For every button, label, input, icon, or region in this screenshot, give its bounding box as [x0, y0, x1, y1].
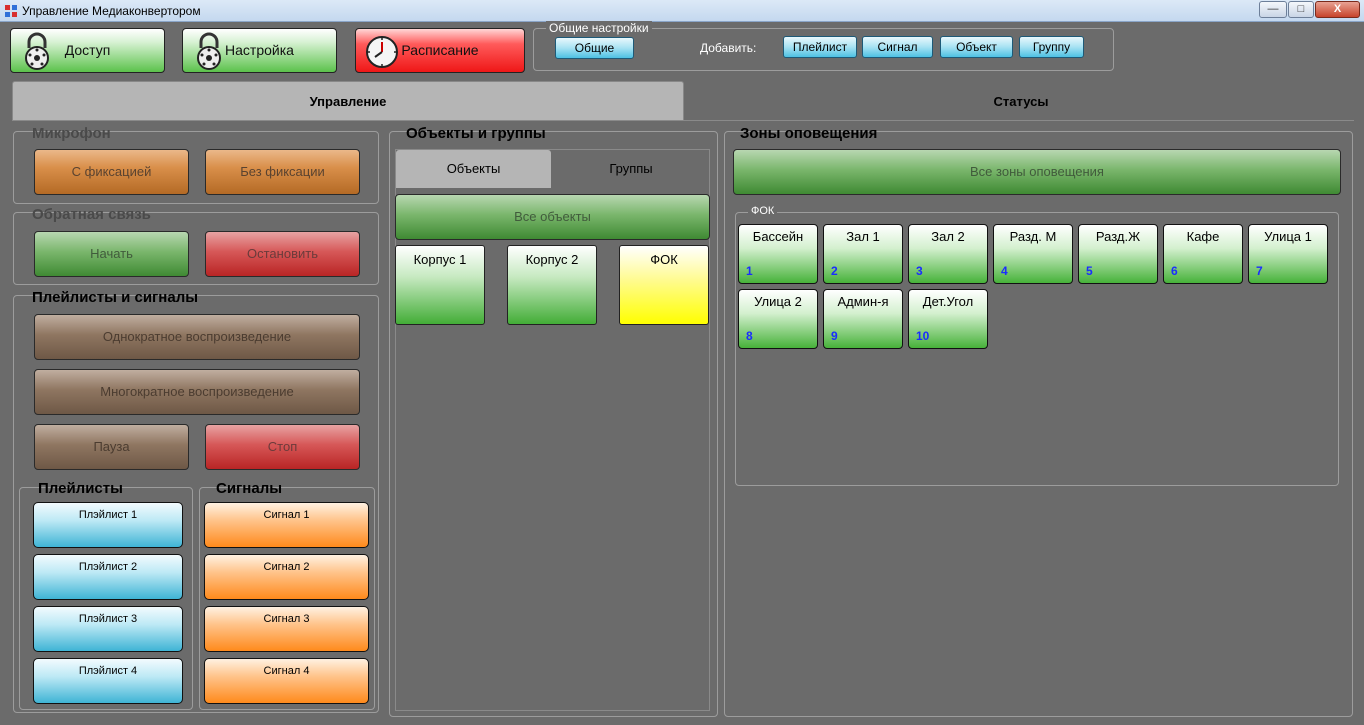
- minimize-button[interactable]: —: [1259, 1, 1287, 18]
- zone-name: Админ-я: [837, 294, 889, 309]
- zone-name: Зал 2: [931, 229, 965, 244]
- zone-button[interactable]: Зал 1 2: [823, 224, 903, 284]
- playlist-item[interactable]: Плэйлист 1: [33, 502, 183, 548]
- playback-title: Плейлисты и сигналы: [32, 289, 199, 306]
- general-button[interactable]: Общие: [555, 37, 634, 59]
- zone-button[interactable]: Зал 2 3: [908, 224, 988, 284]
- lock-icon: [197, 32, 221, 70]
- zone-number: 6: [1171, 264, 1178, 278]
- zone-button[interactable]: Админ-я 9: [823, 289, 903, 349]
- all-objects-button[interactable]: Все объекты: [395, 194, 710, 240]
- tab-groups[interactable]: Группы: [553, 150, 709, 188]
- zone-button[interactable]: Кафе 6: [1163, 224, 1243, 284]
- tab-control[interactable]: Управление: [12, 81, 684, 121]
- add-playlist-button[interactable]: Плейлист: [783, 36, 857, 58]
- feedback-start-button[interactable]: Начать: [34, 231, 189, 277]
- close-button[interactable]: X: [1315, 1, 1360, 18]
- lock-icon: [25, 32, 49, 70]
- zone-number: 8: [746, 329, 753, 343]
- access-label: Доступ: [64, 42, 111, 58]
- add-signal-button[interactable]: Сигнал: [862, 36, 933, 58]
- playlist-item[interactable]: Плэйлист 2: [33, 554, 183, 600]
- feedback-title: Обратная связь: [32, 206, 151, 223]
- signal-item[interactable]: Сигнал 3: [204, 606, 369, 652]
- playlist-item[interactable]: Плэйлист 4: [33, 658, 183, 704]
- signal-item[interactable]: Сигнал 4: [204, 658, 369, 704]
- zone-name: Разд.Ж: [1095, 229, 1141, 244]
- zone-name: Улица 2: [754, 294, 802, 309]
- zone-number: 4: [1001, 264, 1008, 278]
- add-object-button[interactable]: Объект: [940, 36, 1013, 58]
- window-title: Управление Медиаконвертором: [22, 4, 201, 18]
- playlist-item[interactable]: Плэйлист 3: [33, 606, 183, 652]
- zone-name: Дет.Угол: [922, 294, 974, 309]
- signal-item[interactable]: Сигнал 1: [204, 502, 369, 548]
- zone-button[interactable]: Улица 1 7: [1248, 224, 1328, 284]
- zone-name: Бассейн: [752, 229, 804, 244]
- maximize-button[interactable]: □: [1288, 1, 1314, 18]
- microphone-title: Микрофон: [32, 125, 111, 142]
- zone-name: Улица 1: [1264, 229, 1312, 244]
- zone-number: 10: [916, 329, 930, 343]
- signals-title: Сигналы: [216, 480, 283, 497]
- multiple-play-button[interactable]: Многократное воспроизведение: [34, 369, 360, 415]
- pause-button[interactable]: Пауза: [34, 424, 189, 470]
- zone-number: 3: [916, 264, 923, 278]
- zone-button[interactable]: Разд. М 4: [993, 224, 1073, 284]
- general-settings-title: Общие настройки: [546, 21, 652, 35]
- app-icon: [5, 5, 17, 17]
- signal-item[interactable]: Сигнал 2: [204, 554, 369, 600]
- add-label: Добавить:: [700, 41, 757, 55]
- tab-statuses[interactable]: Статусы: [686, 82, 1356, 122]
- schedule-label: Расписание: [401, 42, 479, 58]
- clock-icon: [366, 36, 398, 68]
- add-group-button[interactable]: Группу: [1019, 36, 1084, 58]
- zone-number: 2: [831, 264, 838, 278]
- object-card[interactable]: Корпус 1: [395, 245, 485, 325]
- objects-title: Объекты и группы: [406, 125, 546, 142]
- playlists-title: Плейлисты: [38, 480, 123, 497]
- object-card[interactable]: Корпус 2: [507, 245, 597, 325]
- tab-divider: [12, 120, 1354, 121]
- all-zones-button[interactable]: Все зоны оповещения: [733, 149, 1341, 195]
- zone-number: 9: [831, 329, 838, 343]
- title-bar: Управление Медиаконвертором — □ X: [0, 0, 1364, 22]
- microphone-fixed-button[interactable]: С фиксацией: [34, 149, 189, 195]
- stop-button[interactable]: Стоп: [205, 424, 360, 470]
- zone-number: 5: [1086, 264, 1093, 278]
- zone-button[interactable]: Дет.Угол 10: [908, 289, 988, 349]
- settings-label: Настройка: [225, 42, 294, 58]
- zone-name: Зал 1: [846, 229, 880, 244]
- zone-name: Кафе: [1186, 229, 1220, 244]
- object-card-selected[interactable]: ФОК: [619, 245, 709, 325]
- schedule-button[interactable]: Расписание: [355, 28, 525, 73]
- access-button[interactable]: Доступ: [10, 28, 165, 73]
- zone-subgroup-title: ФОК: [748, 205, 778, 217]
- zone-button[interactable]: Разд.Ж 5: [1078, 224, 1158, 284]
- zone-button[interactable]: Улица 2 8: [738, 289, 818, 349]
- zone-number: 7: [1256, 264, 1263, 278]
- microphone-unfixed-button[interactable]: Без фиксации: [205, 149, 360, 195]
- zones-title: Зоны оповещения: [740, 125, 878, 142]
- settings-button[interactable]: Настройка: [182, 28, 337, 73]
- single-play-button[interactable]: Однократное воспроизведение: [34, 314, 360, 360]
- zone-number: 1: [746, 264, 753, 278]
- tab-objects[interactable]: Объекты: [396, 150, 551, 188]
- zone-name: Разд. М: [1009, 229, 1057, 244]
- feedback-stop-button[interactable]: Остановить: [205, 231, 360, 277]
- zone-button[interactable]: Бассейн 1: [738, 224, 818, 284]
